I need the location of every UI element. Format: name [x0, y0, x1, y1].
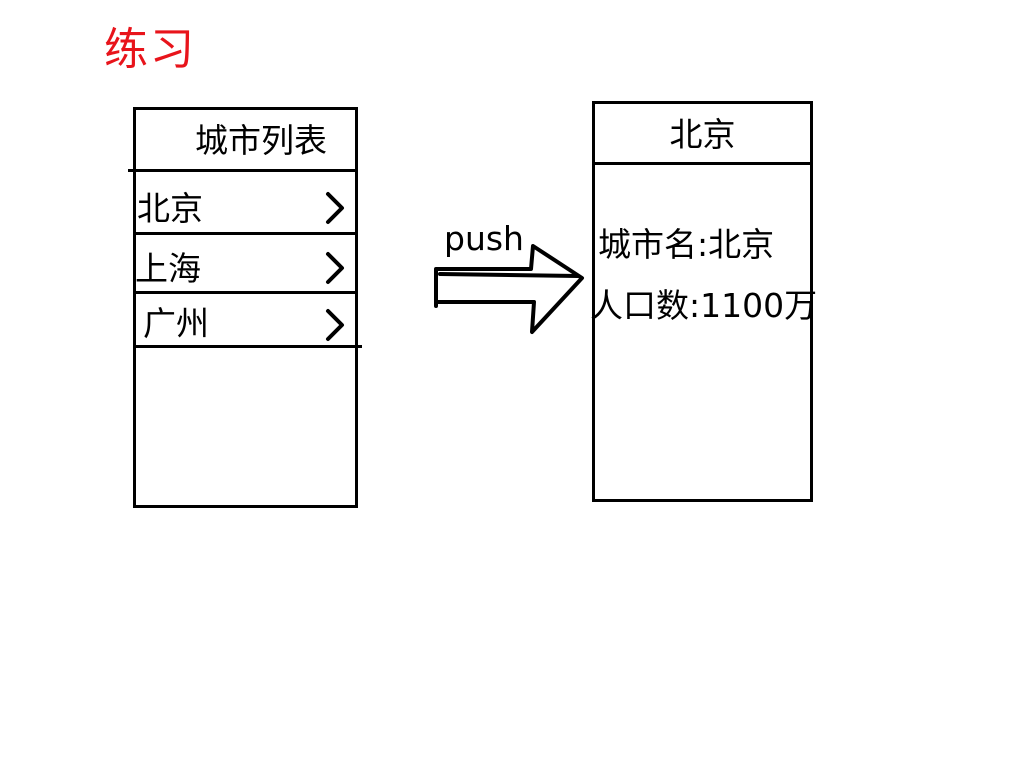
city-list-header: 城市列表: [195, 121, 327, 160]
list-item-beijing[interactable]: 北京: [137, 189, 203, 229]
detail-header-divider: [592, 162, 813, 165]
city-name-line: 城市名:北京: [598, 225, 775, 264]
list-item-guangzhou[interactable]: 广州: [143, 304, 209, 344]
list-row-divider: [134, 291, 356, 294]
list-row-divider: [134, 345, 362, 348]
list-row-divider: [134, 232, 356, 235]
list-header-divider: [128, 169, 356, 172]
chevron-right-icon[interactable]: [324, 191, 346, 225]
page-title: 练习: [104, 24, 196, 75]
arrow-right-icon: [434, 244, 584, 334]
chevron-right-icon[interactable]: [324, 251, 346, 285]
city-detail-header: 北京: [669, 115, 736, 154]
chevron-right-icon[interactable]: [324, 308, 346, 342]
list-item-shanghai[interactable]: 上海: [135, 249, 201, 289]
population-line: 人口数:1100万: [590, 286, 818, 325]
